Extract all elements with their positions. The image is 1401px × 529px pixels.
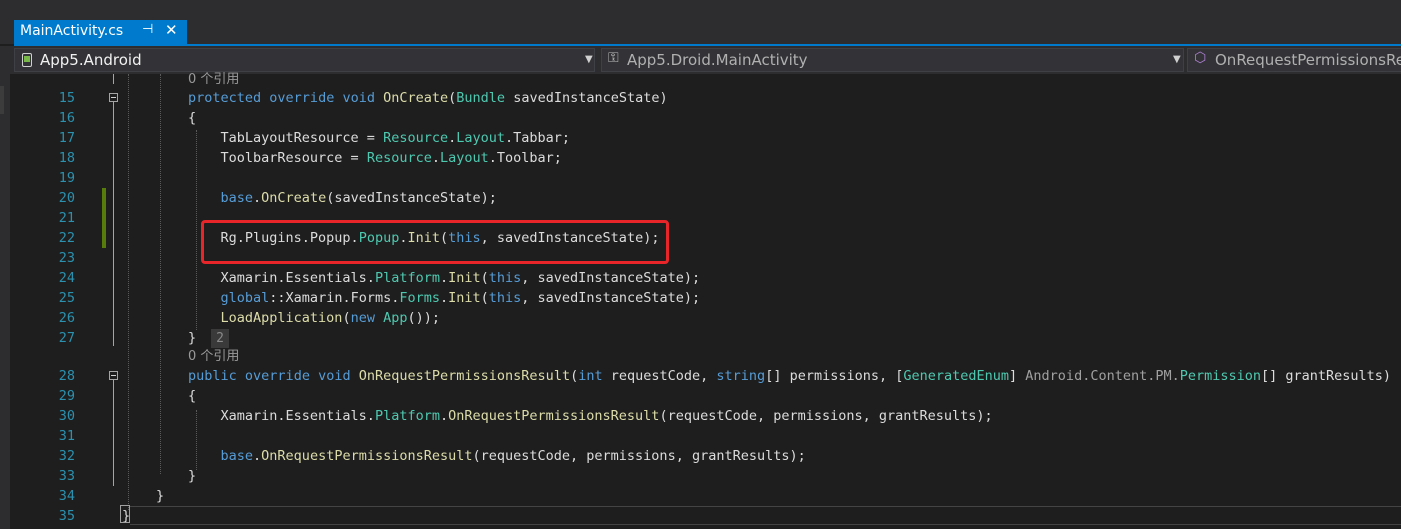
document-tab-bar: MainActivity.cs ⊣ ✕ [0, 0, 1401, 44]
line-number: 26 [58, 310, 75, 326]
method-icon: ⬡ [1194, 50, 1207, 66]
chevron-down-icon[interactable]: ▼ [585, 54, 593, 65]
code-line: 26 LoadApplication(new App()); [10, 308, 1401, 328]
code-line: 15 protected override void OnCreate(Bund… [10, 88, 1401, 108]
android-project-icon [22, 53, 32, 67]
code-line: 29 { [10, 386, 1401, 406]
code-line: 34 } [10, 486, 1401, 506]
line-number: 19 [58, 170, 75, 186]
code-line: 19 [10, 168, 1401, 188]
code-line: 0 个引用 [10, 70, 1401, 90]
code-text: Xamarin.Essentials.Platform.OnRequestPer… [188, 408, 993, 424]
highlight-annotation-box [201, 220, 669, 264]
code-line: 16 { [10, 108, 1401, 128]
line-number: 18 [58, 150, 75, 166]
line-number: 16 [58, 110, 75, 126]
code-text: base.OnCreate(savedInstanceState); [220, 190, 497, 206]
line-number: 30 [58, 408, 75, 424]
line-number: 25 [58, 290, 75, 306]
project-name: App5.Android [40, 51, 142, 69]
line-number: 29 [58, 388, 75, 404]
line-number: 23 [58, 250, 75, 266]
references-codelens[interactable]: 0 个引用 [188, 347, 239, 367]
project-dropdown[interactable]: App5.Android ▼ [14, 48, 595, 72]
left-tool-strip [0, 74, 10, 529]
code-text: global::Xamarin.Forms.Forms.Init(this, s… [220, 290, 701, 306]
references-codelens[interactable]: 0 个引用 [188, 70, 239, 90]
code-line: 28 public override void OnRequestPermiss… [10, 366, 1401, 386]
code-text: } [188, 330, 197, 346]
line-number: 31 [58, 428, 75, 444]
line-number: 15 [58, 90, 75, 106]
code-text: { [188, 388, 197, 404]
line-number: 20 [58, 190, 75, 206]
code-text: public override void OnRequestPermission… [188, 368, 1392, 384]
issue-count-badge[interactable]: 2 [211, 329, 229, 348]
line-number: 27 [58, 330, 75, 346]
collapse-icon[interactable] [109, 93, 118, 102]
class-name: App5.Droid.MainActivity [627, 51, 808, 69]
code-text: LoadApplication(new App()); [220, 310, 441, 326]
code-editor[interactable]: 0 个引用 15 protected override void OnCreat… [10, 72, 1401, 529]
code-line: 35 } [10, 506, 1401, 526]
code-line: 31 [10, 426, 1401, 446]
code-text: } [188, 468, 197, 484]
code-text: base.OnRequestPermissionsResult(requestC… [220, 448, 806, 464]
code-line: 33 } [10, 466, 1401, 486]
pin-icon[interactable]: ⊣ [142, 22, 153, 37]
class-icon: ⚿ [608, 50, 619, 66]
line-number: 32 [58, 448, 75, 464]
line-number: 22 [58, 230, 75, 246]
code-line: 24 Xamarin.Essentials.Platform.Init(this… [10, 268, 1401, 288]
tool-strip-mark [0, 86, 4, 114]
chevron-down-icon[interactable]: ▼ [1173, 54, 1181, 65]
member-dropdown[interactable]: ⬡ OnRequestPermissionsResult [1187, 48, 1401, 72]
line-number: 33 [58, 468, 75, 484]
line-number: 17 [58, 130, 75, 146]
code-line: 20 base.OnCreate(savedInstanceState); [10, 188, 1401, 208]
tab-title: MainActivity.cs [20, 23, 124, 39]
class-dropdown[interactable]: ⚿ App5.Droid.MainActivity ▼ [601, 48, 1184, 72]
code-line: 30 Xamarin.Essentials.Platform.OnRequest… [10, 406, 1401, 426]
collapse-icon[interactable] [109, 371, 118, 380]
line-number: 34 [58, 488, 75, 504]
code-text: Xamarin.Essentials.Platform.Init(this, s… [188, 270, 701, 286]
code-line: 25 global::Xamarin.Forms.Forms.Init(this… [10, 288, 1401, 308]
code-text: { [188, 110, 197, 126]
tab-mainactivity[interactable]: MainActivity.cs ⊣ ✕ [14, 20, 187, 44]
line-number: 28 [58, 368, 75, 384]
line-number: 24 [58, 270, 75, 286]
close-icon[interactable]: ✕ [165, 21, 178, 39]
code-line: 18 ToolbarResource = Resource.Layout.Too… [10, 148, 1401, 168]
code-text: TabLayoutResource = Resource.Layout.Tabb… [188, 130, 571, 146]
brace-match-highlight [120, 505, 130, 523]
code-line: 17 TabLayoutResource = Resource.Layout.T… [10, 128, 1401, 148]
line-number: 21 [58, 210, 75, 226]
code-line: 0 个引用 [10, 347, 1401, 367]
code-text: protected override void OnCreate(Bundle … [188, 90, 668, 106]
code-line: 32 base.OnRequestPermissionsResult(reque… [10, 446, 1401, 466]
code-text: ToolbarResource = Resource.Layout.Toolba… [188, 150, 562, 166]
code-text: } [156, 488, 165, 504]
line-number: 35 [58, 508, 75, 524]
member-name: OnRequestPermissionsResult [1215, 51, 1401, 69]
